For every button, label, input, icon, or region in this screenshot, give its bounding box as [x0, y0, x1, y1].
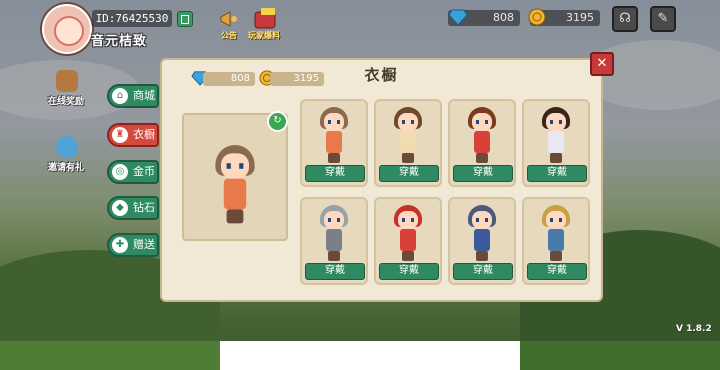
invite-reward-button[interactable]: 邀请有礼 — [46, 136, 86, 176]
diamond-icon — [448, 9, 468, 26]
tab-shop[interactable]: ⌂ 商城 — [107, 84, 159, 108]
panel-diamond-count: 808 — [230, 73, 250, 84]
wear-button[interactable]: 穿戴 — [305, 165, 365, 182]
outfit-card[interactable]: 穿戴 — [448, 99, 516, 187]
outfit-character — [539, 205, 573, 265]
outfit-card[interactable]: 穿戴 — [522, 99, 590, 187]
user-name-label: 音元桔致 — [91, 34, 148, 49]
tab-diamonds-label: 钻石 — [133, 201, 155, 214]
outfit-card[interactable]: 穿戴 — [300, 197, 368, 285]
diamond-count: 808 — [493, 11, 514, 24]
wear-button[interactable]: 穿戴 — [379, 165, 439, 182]
tab-gift[interactable]: ✚ 赠送 — [107, 233, 159, 257]
announcement-button[interactable]: 公告 — [218, 8, 240, 40]
outfit-character — [539, 107, 573, 167]
outfit-card[interactable]: 穿戴 — [374, 197, 442, 285]
user-id-label: ID:76425530 — [92, 10, 172, 27]
outfit-character — [317, 205, 351, 265]
event-icon — [254, 8, 276, 29]
tab-coins-label: 金币 — [133, 165, 155, 178]
tab-diamonds[interactable]: ◆ 钻石 — [107, 196, 159, 220]
outfit-character — [465, 205, 499, 265]
outfit-card[interactable]: 穿戴 — [522, 197, 590, 285]
outfit-character — [465, 107, 499, 167]
headset-icon: ☊ — [619, 11, 631, 26]
invite-reward-label: 邀请有礼 — [47, 163, 84, 173]
outfit-card[interactable]: 穿戴 — [374, 99, 442, 187]
coin-icon — [528, 8, 546, 26]
panel-coin-count: 3195 — [293, 73, 319, 84]
online-reward-label: 在线奖励 — [47, 97, 84, 107]
treasure-chest-icon — [56, 70, 78, 92]
preview-character — [211, 145, 259, 229]
close-button[interactable]: ✕ — [590, 52, 614, 76]
online-reward-button[interactable]: 在线奖励 — [46, 70, 86, 110]
refresh-icon: ↻ — [273, 115, 282, 126]
announcement-label: 公告 — [221, 31, 237, 40]
character-preview — [182, 113, 288, 241]
wear-button[interactable]: 穿戴 — [453, 165, 513, 182]
outfit-character — [391, 107, 425, 167]
wear-button[interactable]: 穿戴 — [453, 263, 513, 280]
tab-wardrobe-label: 衣橱 — [133, 128, 155, 141]
wardrobe-icon: ♜ — [112, 127, 128, 143]
wear-button[interactable]: 穿戴 — [305, 263, 365, 280]
tab-coins[interactable]: ◎ 金币 — [107, 160, 159, 184]
version-label: V 1.8.2 — [676, 324, 712, 334]
megaphone-icon — [220, 11, 237, 27]
wear-button[interactable]: 穿戴 — [379, 263, 439, 280]
wear-button[interactable]: 穿戴 — [527, 263, 587, 280]
panel-diamond-counter: 808 — [203, 72, 255, 86]
copy-id-button[interactable] — [177, 11, 193, 27]
customer-service-button[interactable]: ☊ — [612, 6, 638, 32]
wrench-icon: ✎ — [657, 11, 669, 26]
outfit-card[interactable]: 穿戴 — [448, 197, 516, 285]
event-label: 玩家爆料 — [248, 31, 280, 40]
invite-icon — [56, 136, 78, 158]
coin-count: 3195 — [566, 11, 594, 24]
outfit-character — [317, 107, 351, 167]
outfit-character — [391, 205, 425, 265]
close-icon: ✕ — [596, 56, 608, 71]
tab-shop-label: 商城 — [133, 89, 155, 102]
shop-icon: ⌂ — [112, 88, 128, 104]
settings-button[interactable]: ✎ — [650, 6, 676, 32]
diamond-tab-icon: ◆ — [112, 200, 128, 216]
tab-wardrobe[interactable]: ♜ 衣橱 — [107, 123, 159, 147]
refresh-button[interactable]: ↻ — [267, 111, 288, 132]
gift-icon: ✚ — [112, 237, 128, 253]
event-button[interactable]: 玩家爆料 — [248, 8, 280, 40]
outfit-card[interactable]: 穿戴 — [300, 99, 368, 187]
wear-button[interactable]: 穿戴 — [527, 165, 587, 182]
coin-tab-icon: ◎ — [112, 164, 128, 180]
player-avatar[interactable] — [42, 4, 92, 54]
panel-coin-counter: 3195 — [270, 72, 324, 86]
tab-gift-label: 赠送 — [133, 238, 155, 251]
